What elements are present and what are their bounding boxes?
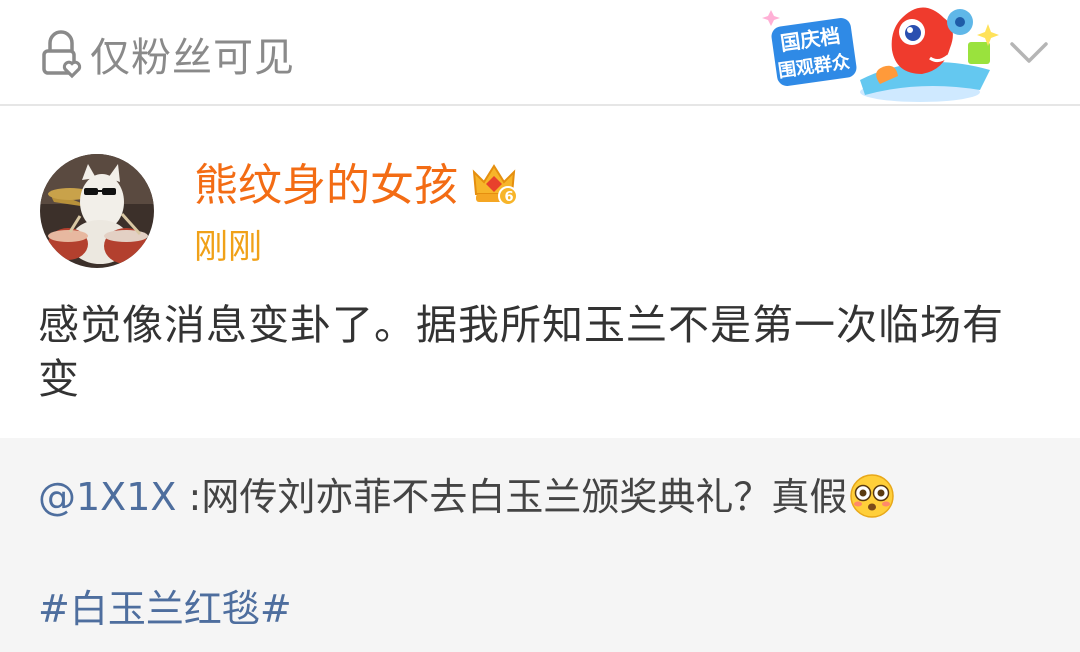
crown-level-label: 6 (505, 190, 514, 205)
flushed-face-emoji-icon (850, 474, 895, 518)
vip-crown-icon[interactable]: 6 (470, 160, 518, 206)
fans-only-lock-icon (42, 30, 82, 79)
visibility-indicator: 仅粉丝可见 (38, 26, 295, 82)
quoted-separator: : (176, 475, 202, 519)
top-bar: 仅粉丝可见 国庆档 围观群众 (0, 0, 1080, 106)
national-day-onlooker-badge-icon: 国庆档 围观群众 (762, 7, 999, 102)
author-name[interactable]: 熊纹身的女孩 (194, 158, 458, 214)
quoted-author-mention[interactable]: @1X1X (38, 475, 176, 519)
visibility-label: 仅粉丝可见 (90, 35, 295, 81)
quoted-original-post[interactable]: @1X1X :网传刘亦菲不去白玉兰颁奖典礼？真假 #白玉兰红毯# (0, 438, 1080, 652)
quoted-post-text: @1X1X :网传刘亦菲不去白玉兰颁奖典礼？真假 (38, 470, 1048, 524)
post-timestamp: 刚刚 (194, 227, 262, 267)
quoted-body: 网传刘亦菲不去白玉兰颁奖典礼？真假 (201, 475, 848, 519)
author-avatar[interactable] (40, 154, 154, 268)
post-body-text: 感觉像消息变卦了。据我所知玉兰不是第一次临场有变 (38, 301, 1004, 403)
hashtag-link[interactable]: #白玉兰红毯# (38, 582, 292, 636)
weibo-post-view: 仅粉丝可见 国庆档 围观群众 熊纹身的女孩 6 刚刚 感觉像消息变卦了。据我所知… (0, 0, 1080, 652)
collapse-chevron-down-icon[interactable] (1004, 30, 1054, 76)
